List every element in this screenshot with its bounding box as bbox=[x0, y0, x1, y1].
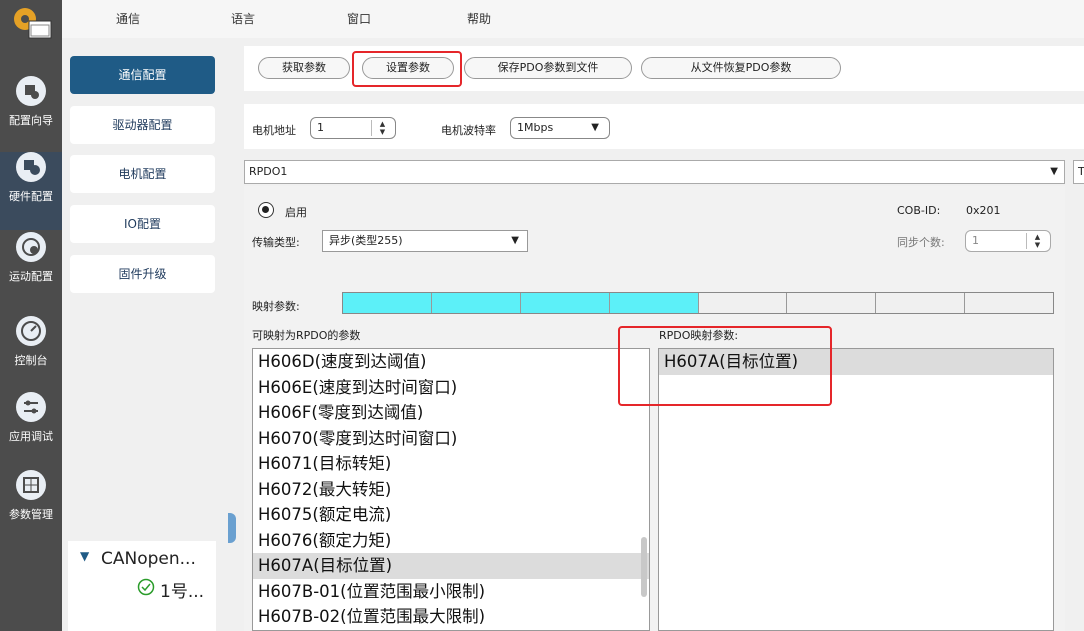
sliders-icon bbox=[16, 392, 46, 422]
dropdown-arrow-icon: ▼ bbox=[511, 235, 519, 246]
mapping-bar bbox=[342, 292, 1054, 314]
rail-label: 控制台 bbox=[14, 354, 48, 367]
rail-label: 配置向导 bbox=[9, 114, 53, 127]
device-tree: ▼ CANopen... 1号... bbox=[68, 541, 216, 631]
rail-item-wizard[interactable]: 配置向导 bbox=[0, 76, 62, 154]
enable-radio[interactable] bbox=[258, 202, 274, 218]
subnav-driver-config[interactable]: 驱动器配置 bbox=[70, 106, 215, 144]
spin-arrows-icon[interactable]: ▲ ▼ bbox=[1026, 233, 1048, 249]
available-param-item[interactable]: H606E(速度到达时间窗口) bbox=[253, 375, 649, 401]
highlight-box-mapped bbox=[618, 326, 832, 406]
scrollbar[interactable] bbox=[641, 537, 647, 597]
mapping-cell bbox=[787, 293, 877, 313]
rail-item-debug[interactable]: 应用调试 bbox=[0, 392, 62, 470]
motion-icon bbox=[16, 232, 46, 262]
toolbar: 获取参数 设置参数 保存PDO参数到文件 从文件恢复PDO参数 bbox=[244, 46, 1084, 91]
mapping-cell bbox=[876, 293, 966, 313]
mapping-cell bbox=[520, 293, 610, 313]
get-params-button[interactable]: 获取参数 bbox=[258, 57, 350, 79]
available-param-item[interactable]: H607A(目标位置) bbox=[253, 553, 649, 579]
left-rail: 配置向导 硬件配置 运动配置 控制台 应用调试 参数管理 bbox=[0, 0, 62, 631]
mapping-cell bbox=[431, 293, 521, 313]
subnav-motor-config[interactable]: 电机配置 bbox=[70, 155, 215, 193]
available-param-item[interactable]: H606D(速度到达阈值) bbox=[253, 349, 649, 375]
sync-count-label: 同步个数: bbox=[897, 236, 945, 249]
motor-baud-select[interactable]: 1Mbps ▼ bbox=[510, 117, 610, 139]
rail-item-params[interactable]: 参数管理 bbox=[0, 470, 62, 548]
available-param-item[interactable]: H607B-02(位置范围最大限制) bbox=[253, 604, 649, 630]
cob-id-value: 0x201 bbox=[966, 204, 1001, 217]
enable-label: 启用 bbox=[285, 206, 307, 219]
tpdo-select-edge[interactable]: T bbox=[1073, 160, 1084, 184]
dropdown-arrow-icon: ▼ bbox=[1050, 166, 1058, 177]
collapse-panel-handle[interactable] bbox=[228, 513, 236, 543]
available-param-item[interactable]: H607B-01(位置范围最小限制) bbox=[253, 579, 649, 605]
spin-arrows-icon[interactable]: ▲ ▼ bbox=[371, 120, 393, 136]
available-param-item[interactable]: H6072(最大转矩) bbox=[253, 477, 649, 503]
menu-help[interactable]: 帮助 bbox=[467, 10, 491, 27]
tree-node-device-1[interactable]: 1号... bbox=[160, 577, 204, 602]
dropdown-arrow-icon: ▼ bbox=[591, 122, 599, 133]
rail-label: 硬件配置 bbox=[9, 190, 53, 203]
subnav-comm-config[interactable]: 通信配置 bbox=[70, 56, 215, 94]
mapping-cell bbox=[343, 293, 432, 313]
motor-address-label: 电机地址 bbox=[252, 124, 296, 137]
grid-icon bbox=[16, 470, 46, 500]
rail-item-hardware[interactable]: 硬件配置 bbox=[0, 152, 62, 230]
rail-item-console[interactable]: 控制台 bbox=[0, 316, 62, 394]
restore-pdo-from-file-button[interactable]: 从文件恢复PDO参数 bbox=[641, 57, 841, 79]
rail-label: 参数管理 bbox=[9, 508, 53, 521]
menu-bar: 通信 语言 窗口 帮助 bbox=[62, 0, 1084, 38]
tree-root-canopen[interactable]: CANopen... bbox=[101, 549, 196, 569]
motor-address-value: 1 bbox=[317, 121, 324, 134]
mapping-cell bbox=[965, 293, 1053, 313]
available-param-item[interactable]: H606F(零度到达阈值) bbox=[253, 400, 649, 426]
mapping-cell bbox=[609, 293, 699, 313]
transfer-type-select[interactable]: 异步(类型255) ▼ bbox=[322, 230, 528, 252]
save-pdo-to-file-button[interactable]: 保存PDO参数到文件 bbox=[464, 57, 632, 79]
rail-label: 应用调试 bbox=[9, 430, 53, 443]
menu-language[interactable]: 语言 bbox=[231, 10, 255, 27]
available-params-list[interactable]: H606D(速度到达阈值) H606E(速度到达时间窗口) H606F(零度到达阈值… bbox=[252, 348, 650, 631]
subnav-firmware-upgrade[interactable]: 固件升级 bbox=[70, 255, 215, 293]
motor-baud-value: 1Mbps bbox=[517, 121, 554, 134]
motor-address-spinbox[interactable]: 1 ▲ ▼ bbox=[310, 117, 396, 139]
gauge-icon bbox=[16, 316, 46, 346]
menu-window[interactable]: 窗口 bbox=[347, 10, 371, 27]
rpdo-selected-value: RPDO1 bbox=[249, 165, 288, 178]
config-subnav: 通信配置 驱动器配置 电机配置 IO配置 固件升级 ▼ CANopen... 1… bbox=[62, 38, 228, 631]
app-logo-icon bbox=[9, 4, 53, 40]
available-param-item[interactable]: H6075(额定电流) bbox=[253, 502, 649, 528]
check-circle-icon bbox=[137, 577, 155, 597]
sync-count-value: 1 bbox=[972, 234, 979, 247]
available-param-item[interactable]: H6071(目标转矩) bbox=[253, 451, 649, 477]
rail-item-motion[interactable]: 运动配置 bbox=[0, 232, 62, 310]
main-panel: 获取参数 设置参数 保存PDO参数到文件 从文件恢复PDO参数 电机地址 1 ▲… bbox=[236, 38, 1084, 631]
wizard-icon bbox=[16, 76, 46, 106]
expand-arrow-icon[interactable]: ▼ bbox=[80, 549, 89, 563]
available-param-item[interactable]: H6076(额定力矩) bbox=[253, 528, 649, 554]
subnav-io-config[interactable]: IO配置 bbox=[70, 205, 215, 243]
available-param-item[interactable]: H6070(零度到达时间窗口) bbox=[253, 426, 649, 452]
highlight-box-set-params bbox=[352, 51, 462, 87]
transfer-type-value: 异步(类型255) bbox=[329, 234, 403, 247]
mapping-cell bbox=[698, 293, 788, 313]
tpdo-edge-label: T bbox=[1078, 165, 1084, 178]
rpdo-panel: 启用 COB-ID: 0x201 传输类型: 异步(类型255) ▼ 同步个数:… bbox=[244, 186, 1065, 631]
cob-id-label: COB-ID: bbox=[897, 204, 941, 217]
available-params-title: 可映射为RPDO的参数 bbox=[252, 329, 361, 342]
mapping-label: 映射参数: bbox=[252, 300, 300, 313]
transfer-type-label: 传输类型: bbox=[252, 236, 300, 249]
motor-settings-bar: 电机地址 1 ▲ ▼ 电机波特率 1Mbps ▼ bbox=[244, 104, 1084, 149]
motor-baud-label: 电机波特率 bbox=[441, 124, 496, 137]
sync-count-spinbox[interactable]: 1 ▲ ▼ bbox=[965, 230, 1051, 252]
rail-label: 运动配置 bbox=[9, 270, 53, 283]
menu-comm[interactable]: 通信 bbox=[116, 10, 140, 27]
hardware-icon bbox=[16, 152, 46, 182]
rpdo-select[interactable]: RPDO1 ▼ bbox=[244, 160, 1065, 184]
